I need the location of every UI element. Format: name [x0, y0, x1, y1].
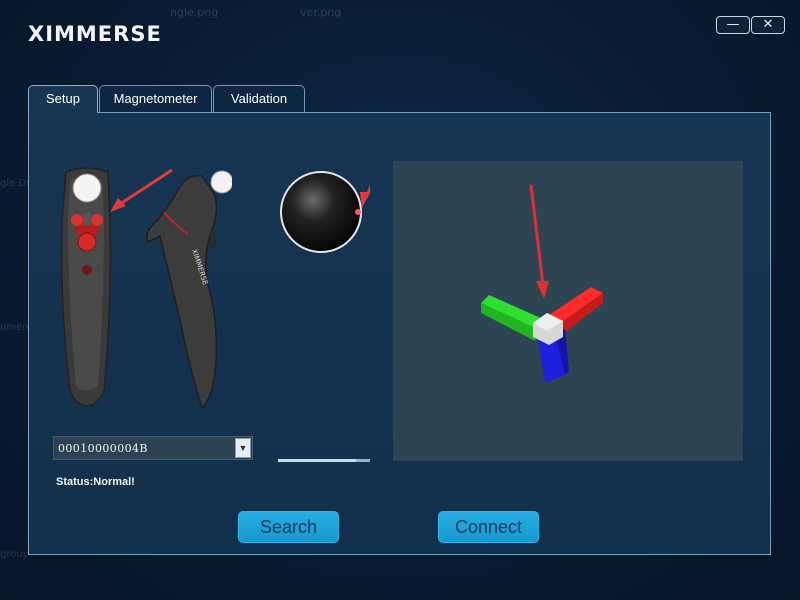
progress-fill [278, 459, 357, 462]
tracking-ball-illustration [278, 141, 392, 254]
minimize-button[interactable]: — [716, 16, 750, 34]
tab-validation[interactable]: Validation [213, 85, 305, 112]
controller-illustration: XIMMERSE [52, 160, 234, 416]
device-select-value: 00010000004B [58, 442, 148, 455]
close-button[interactable]: ✕ [751, 16, 785, 34]
device-select[interactable]: 00010000004B ▼ [53, 436, 253, 460]
app-logo: XIMMERSE [28, 22, 162, 46]
tab-magnetometer[interactable]: Magnetometer [99, 85, 212, 112]
connect-button[interactable]: Connect [438, 511, 539, 543]
background-desktop-label: ver.png [300, 6, 342, 19]
background-desktop-label: ngle.png [170, 6, 219, 19]
progress-bar [278, 459, 370, 462]
tab-setup[interactable]: Setup [28, 85, 98, 113]
orientation-viewport [393, 161, 743, 461]
status-text: Status:Normal! [56, 476, 135, 488]
background-desktop-label: group [0, 549, 30, 560]
chevron-down-icon[interactable]: ▼ [235, 438, 251, 458]
search-button[interactable]: Search [238, 511, 339, 543]
